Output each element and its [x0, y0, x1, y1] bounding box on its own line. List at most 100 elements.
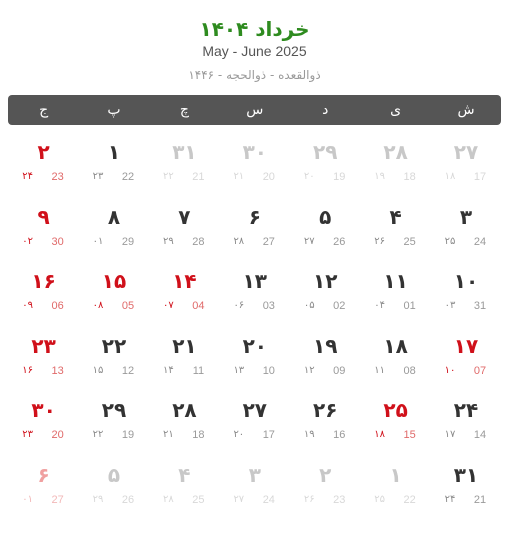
calendar-day-cell[interactable]: ۱۳ ۰۶ 03 [220, 263, 290, 323]
gregorian-day-number: 23 [51, 171, 64, 183]
hijri-day-number: ۲۷ [233, 493, 245, 505]
weekday-thursday: پ [107, 102, 121, 118]
calendar-day-cell[interactable]: ۲۱ ۱۴ 11 [149, 328, 219, 388]
hijri-day-number: ۲۶ [374, 235, 385, 247]
hijri-day-number: ۲۲ [92, 429, 104, 440]
calendar-day-cell[interactable]: ۲۲ ۱۵ 12 [79, 328, 149, 388]
calendar-day-cell[interactable]: ۹ ۰۲ 30 [9, 199, 79, 259]
hijri-day-number: ۲۳ [92, 171, 104, 182]
weekday-header-bar: ش ی د س چ پ ج [8, 95, 501, 125]
persian-day-number: ۲۰ [242, 333, 268, 358]
gregorian-day-number: 04 [192, 300, 205, 312]
gregorian-day-number: 26 [121, 493, 135, 506]
calendar-day-cell[interactable]: ۸ ۰۱ 29 [79, 199, 149, 259]
persian-day-number: ۱۷ [453, 333, 479, 358]
calendar-day-cell[interactable]: ۲۳ ۱۶ 13 [9, 328, 79, 388]
gregorian-day-number: 30 [51, 235, 64, 248]
hijri-day-number: ۲۴ [444, 493, 456, 505]
persian-day-number: ۲۹ [312, 140, 338, 164]
hijri-day-number: ۰۲ [22, 235, 33, 247]
calendar-day-cell[interactable]: ۲۵ ۱۸ 15 [361, 392, 431, 452]
calendar-day-cell[interactable]: ۲۸ ۲۱ 18 [149, 392, 219, 452]
persian-day-number: ۲ [37, 140, 50, 164]
calendar-day-cell[interactable]: ۱۸ ۱۱ 08 [361, 328, 431, 388]
calendar-day-cell[interactable]: ۷ ۲۹ 28 [149, 199, 219, 259]
persian-day-number: ۸ [107, 204, 121, 229]
calendar-day-cell[interactable]: ۴ ۲۸ 25 [149, 457, 219, 517]
gregorian-day-number: 25 [403, 235, 416, 248]
calendar-day-cell[interactable]: ۳ ۲۵ 24 [431, 199, 501, 259]
persian-day-number: ۱۸ [383, 333, 408, 358]
calendar-day-cell[interactable]: ۶ ۲۸ 27 [220, 199, 290, 259]
calendar-day-cell[interactable]: ۱۲ ۰۵ 02 [290, 263, 360, 323]
persian-day-number: ۱۵ [101, 269, 127, 293]
calendar-day-cell[interactable]: ۱۶ ۰۹ 06 [9, 263, 79, 323]
calendar-day-cell[interactable]: ۲۹ ۲۰ 19 [290, 134, 360, 194]
persian-day-number: ۹ [37, 204, 50, 229]
calendar-day-cell[interactable]: ۲۴ ۱۷ 14 [431, 392, 501, 452]
persian-day-number: ۲۶ [312, 398, 338, 422]
gregorian-day-number: 06 [51, 300, 64, 312]
hijri-day-number: ۲۹ [163, 235, 174, 247]
hijri-day-number: ۲۴ [22, 171, 33, 182]
gregorian-day-number: 07 [473, 364, 487, 377]
hijri-day-number: ۱۵ [92, 364, 104, 376]
calendar-day-cell[interactable]: ۵ ۲۹ 26 [79, 457, 149, 517]
calendar-day-cell[interactable]: ۶ ۰۱ 27 [9, 457, 79, 517]
calendar-day-cell[interactable]: ۳۰ ۲۱ 20 [220, 134, 290, 194]
calendar-day-cell[interactable]: ۱۷ ۱۰ 07 [431, 328, 501, 388]
hijri-day-number: ۱۷ [444, 429, 456, 440]
calendar-day-cell[interactable]: ۳۱ ۲۲ 21 [149, 134, 219, 194]
gregorian-day-number: 28 [192, 235, 205, 248]
calendar-day-cell[interactable]: ۱۰ ۰۳ 31 [431, 263, 501, 323]
persian-day-number: ۲۴ [453, 398, 479, 422]
hijri-day-number: ۰۴ [374, 300, 385, 311]
persian-day-number: ۵ [107, 462, 121, 487]
calendar-day-cell[interactable]: ۱۱ ۰۴ 01 [361, 263, 431, 323]
calendar-day-cell[interactable]: ۲۷ ۲۰ 17 [220, 392, 290, 452]
calendar-day-cell[interactable]: ۲ ۲۶ 23 [290, 457, 360, 517]
hijri-day-number: ۱۲ [303, 364, 315, 376]
persian-month-title: خرداد ۱۴۰۴ [199, 17, 310, 41]
calendar-day-cell[interactable]: ۳۰ ۲۳ 20 [9, 392, 79, 452]
gregorian-day-number: 22 [121, 171, 135, 183]
gregorian-day-number: 29 [121, 235, 135, 248]
persian-day-number: ۱ [107, 140, 121, 164]
hijri-day-number: ۱۹ [303, 429, 315, 440]
weekday-monday: د [322, 102, 329, 118]
hijri-day-number: ۰۶ [233, 300, 245, 311]
hijri-day-number: ۱۸ [444, 171, 456, 182]
calendar-day-cell[interactable]: ۴ ۲۶ 25 [361, 199, 431, 259]
hijri-day-number: ۲۵ [374, 493, 385, 505]
hijri-day-number: ۲۹ [92, 493, 104, 505]
calendar-day-cell[interactable]: ۱۴ ۰۷ 04 [149, 263, 219, 323]
gregorian-day-number: 19 [333, 171, 346, 183]
gregorian-day-number: 11 [192, 364, 205, 377]
hijri-day-number: ۱۴ [163, 364, 174, 376]
calendar-day-cell[interactable]: ۲۸ ۱۹ 18 [361, 134, 431, 194]
weekday-saturday: ش [457, 102, 475, 118]
calendar-day-cell[interactable]: ۲ ۲۴ 23 [9, 134, 79, 194]
persian-day-number: ۲۹ [101, 398, 127, 422]
persian-day-number: ۲۸ [172, 398, 197, 422]
persian-day-number: ۲۳ [31, 333, 56, 358]
hijri-day-number: ۱۸ [374, 429, 385, 440]
calendar-day-cell[interactable]: ۱۹ ۱۲ 09 [290, 328, 360, 388]
persian-day-number: ۱۶ [31, 269, 56, 293]
calendar-day-cell[interactable]: ۱۵ ۰۸ 05 [79, 263, 149, 323]
calendar-day-cell[interactable]: ۱ ۲۳ 22 [79, 134, 149, 194]
calendar-day-cell[interactable]: ۵ ۲۷ 26 [290, 199, 360, 259]
calendar-day-cell[interactable]: ۲۹ ۲۲ 19 [79, 392, 149, 452]
calendar-day-cell[interactable]: ۳۱ ۲۴ 21 [431, 457, 501, 517]
hijri-day-number: ۲۱ [163, 429, 174, 440]
calendar-day-cell[interactable]: ۲۰ ۱۳ 10 [220, 328, 290, 388]
gregorian-day-number: 24 [262, 493, 275, 506]
calendar-day-cell[interactable]: ۱ ۲۵ 22 [361, 457, 431, 517]
persian-day-number: ۳۰ [31, 398, 56, 422]
persian-day-number: ۵ [319, 204, 332, 229]
calendar-day-cell[interactable]: ۲۶ ۱۹ 16 [290, 392, 360, 452]
calendar-day-cell[interactable]: ۳ ۲۷ 24 [220, 457, 290, 517]
persian-day-number: ۳۱ [172, 140, 197, 164]
hijri-day-number: ۰۹ [22, 300, 33, 311]
calendar-day-cell[interactable]: ۲۷ ۱۸ 17 [431, 134, 501, 194]
